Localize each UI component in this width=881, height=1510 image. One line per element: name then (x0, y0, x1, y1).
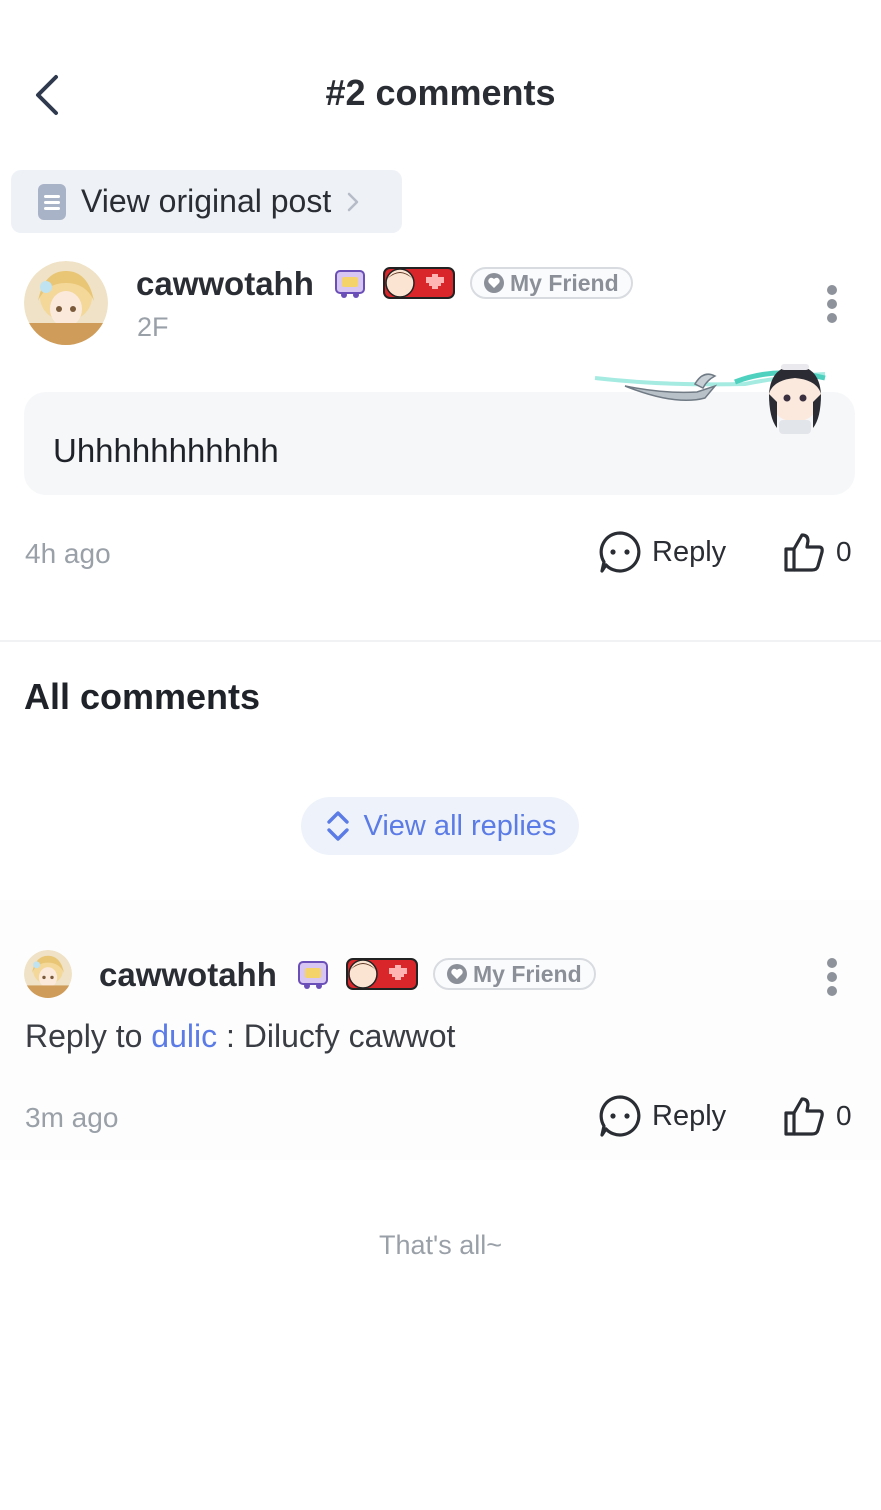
comment-bubble: Uhhhhhhhhhhh (24, 364, 855, 495)
badge-group: My Friend (332, 265, 633, 301)
more-dot-icon (827, 958, 837, 968)
more-options-button[interactable] (817, 279, 847, 329)
more-dot-icon (827, 986, 837, 996)
like-count: 0 (836, 536, 852, 567)
main-comment: cawwotahh My Friend 2F Uhhhhhhhhhhh 4h a… (0, 255, 881, 640)
timestamp: 4h ago (25, 538, 111, 569)
avatar[interactable] (24, 950, 72, 998)
view-original-post-button[interactable]: View original post (11, 170, 402, 233)
page-title: #2 comments (325, 72, 556, 113)
heart-icon (484, 273, 504, 293)
reply-content: Reply to dulic : Dilucfy cawwot (25, 1018, 455, 1055)
reply-prefix: Reply to (25, 1018, 143, 1054)
friend-tag-label: My Friend (510, 269, 619, 296)
chevron-right-icon (347, 192, 359, 211)
comment-content: Uhhhhhhhhhhh (53, 432, 279, 469)
heart-icon (447, 964, 467, 984)
reply-meta-row: 3m ago Reply 0 (0, 1094, 881, 1144)
document-icon (38, 183, 66, 220)
section-divider (0, 640, 881, 642)
timestamp: 3m ago (25, 1102, 119, 1133)
friend-tag: My Friend (433, 958, 596, 990)
view-all-replies-button[interactable]: View all replies (301, 797, 579, 855)
comment-meta-row: 4h ago Reply 0 (0, 530, 881, 580)
view-all-replies-label: View all replies (363, 809, 557, 842)
like-button[interactable]: 0 (782, 530, 852, 574)
all-comments-title: All comments (24, 676, 261, 717)
username[interactable]: cawwotahh (136, 265, 314, 303)
thumbs-up-icon (784, 533, 824, 572)
friend-tag: My Friend (470, 267, 633, 299)
friend-tag-label: My Friend (473, 960, 582, 987)
reply-label: Reply (652, 1099, 727, 1132)
like-count: 0 (836, 1100, 852, 1131)
header: #2 comments (0, 0, 881, 190)
level-badge-icon (335, 270, 365, 298)
end-of-list-text: That's all~ (379, 1230, 502, 1260)
more-options-button[interactable] (817, 952, 847, 1002)
like-button[interactable]: 0 (782, 1094, 852, 1138)
thumbs-up-icon (784, 1097, 824, 1136)
more-dot-icon (827, 285, 837, 295)
mention-link[interactable]: dulic (151, 1018, 217, 1054)
reply-button[interactable]: Reply (598, 530, 726, 574)
floor-number: 2F (137, 312, 169, 342)
chibi-weapon-decoration-icon (594, 364, 826, 434)
reply-button[interactable]: Reply (598, 1094, 726, 1138)
reply-separator: : (217, 1018, 244, 1054)
reply-label: Reply (652, 535, 727, 568)
reply-comment: cawwotahh My Friend Reply to dulic : Dil… (0, 900, 881, 1160)
more-dot-icon (827, 299, 837, 309)
character-heart-badge-icon (346, 958, 418, 990)
expand-chevrons-icon (326, 811, 349, 841)
character-heart-badge-icon (383, 267, 455, 299)
chat-bubble-icon (599, 1095, 641, 1137)
username[interactable]: cawwotahh (99, 956, 277, 994)
avatar[interactable] (24, 261, 108, 345)
badge-group: My Friend (295, 956, 596, 992)
view-original-post-label: View original post (81, 183, 332, 219)
chat-bubble-icon (599, 531, 641, 573)
reply-body: Dilucfy cawwot (243, 1018, 456, 1054)
more-dot-icon (827, 313, 837, 323)
more-dot-icon (827, 972, 837, 982)
level-badge-icon (298, 961, 328, 989)
